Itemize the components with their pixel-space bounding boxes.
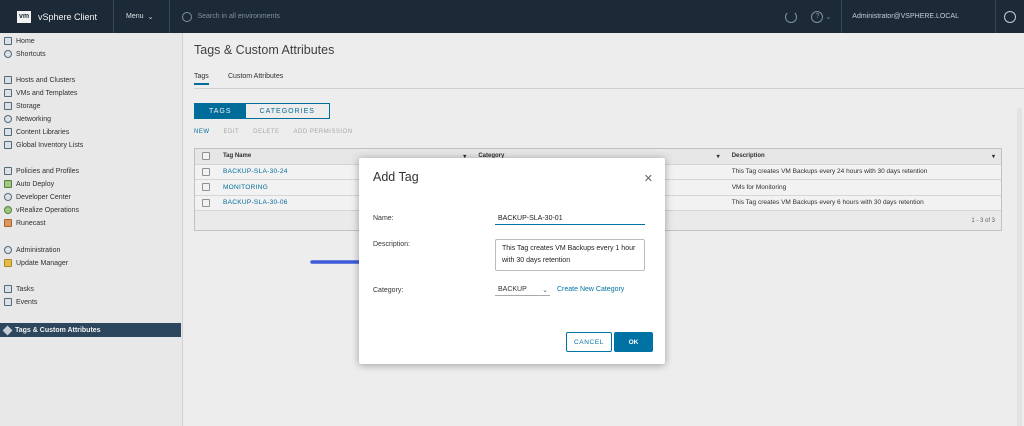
category-label: Category: [373, 287, 404, 294]
category-value: BACKUP [498, 286, 527, 293]
category-select[interactable]: BACKUP ⌄ [495, 284, 550, 296]
add-tag-dialog: Add Tag ✕ Name: Description: This Tag cr… [359, 158, 665, 364]
cancel-button[interactable]: CANCEL [566, 332, 612, 352]
tag-name-input[interactable] [495, 212, 645, 225]
close-icon[interactable]: ✕ [644, 172, 653, 185]
description-textarea[interactable]: This Tag creates VM Backups every 1 hour… [495, 239, 645, 271]
create-category-link[interactable]: Create New Category [557, 286, 624, 293]
ok-button[interactable]: OK [614, 332, 653, 352]
description-label: Description: [373, 241, 410, 248]
name-label: Name: [373, 215, 394, 222]
chevron-down-icon: ⌄ [542, 286, 548, 294]
dialog-title: Add Tag [373, 170, 419, 184]
